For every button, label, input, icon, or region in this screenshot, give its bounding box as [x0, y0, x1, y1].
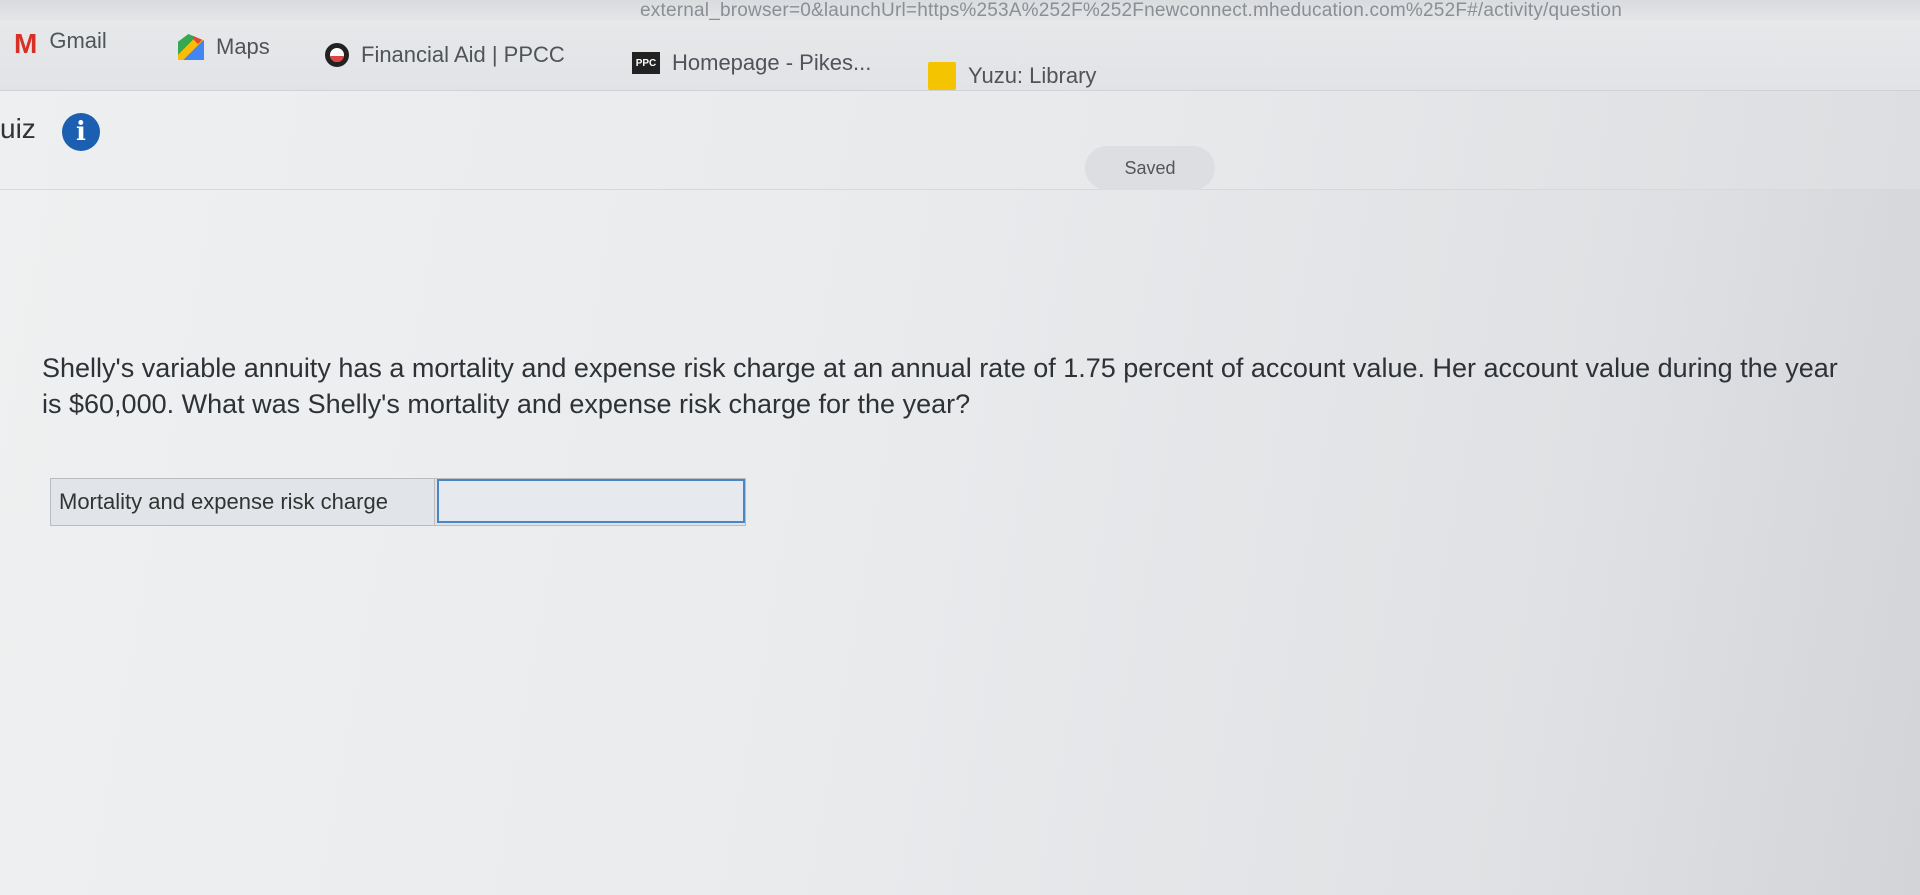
bookmark-label: Maps: [216, 34, 270, 59]
answer-table-row: Mortality and expense risk charge: [50, 478, 746, 526]
bookmark-pikes-homepage[interactable]: PPC Homepage - Pikes...: [632, 50, 871, 76]
yuzu-icon: [928, 62, 956, 90]
pikes-peak-icon: PPC: [632, 52, 660, 74]
bookmark-label: Financial Aid | PPCC: [361, 42, 565, 67]
maps-icon: [178, 34, 204, 60]
bookmark-label: Homepage - Pikes...: [672, 50, 872, 75]
bookmark-gmail[interactable]: M Gmail: [14, 28, 107, 59]
bookmark-label: Yuzu: Library: [968, 63, 1097, 88]
address-bar[interactable]: external_browser=0&launchUrl=https%253A%…: [0, 0, 1920, 22]
bookmarks-bar: M Gmail Maps Financial Aid | PPCC PPC Ho…: [0, 20, 1920, 91]
quiz-header: uiz i Saved: [0, 91, 1920, 190]
answer-input[interactable]: [437, 479, 745, 523]
url-text[interactable]: external_browser=0&launchUrl=https%253A%…: [640, 0, 1622, 22]
saved-status-badge: Saved: [1085, 146, 1215, 190]
page-title: uiz: [0, 113, 36, 144]
bookmark-maps[interactable]: Maps: [178, 34, 270, 60]
financial-aid-icon: [325, 43, 349, 67]
bookmark-yuzu-library[interactable]: Yuzu: Library: [928, 62, 1096, 90]
question-text: Shelly's variable annuity has a mortalit…: [42, 353, 1838, 419]
gmail-icon: M: [14, 28, 38, 59]
bookmark-label: Gmail: [49, 28, 107, 53]
answer-label: Mortality and expense risk charge: [51, 479, 435, 525]
info-icon[interactable]: i: [62, 113, 100, 151]
bookmark-financial-aid[interactable]: Financial Aid | PPCC: [325, 42, 565, 68]
